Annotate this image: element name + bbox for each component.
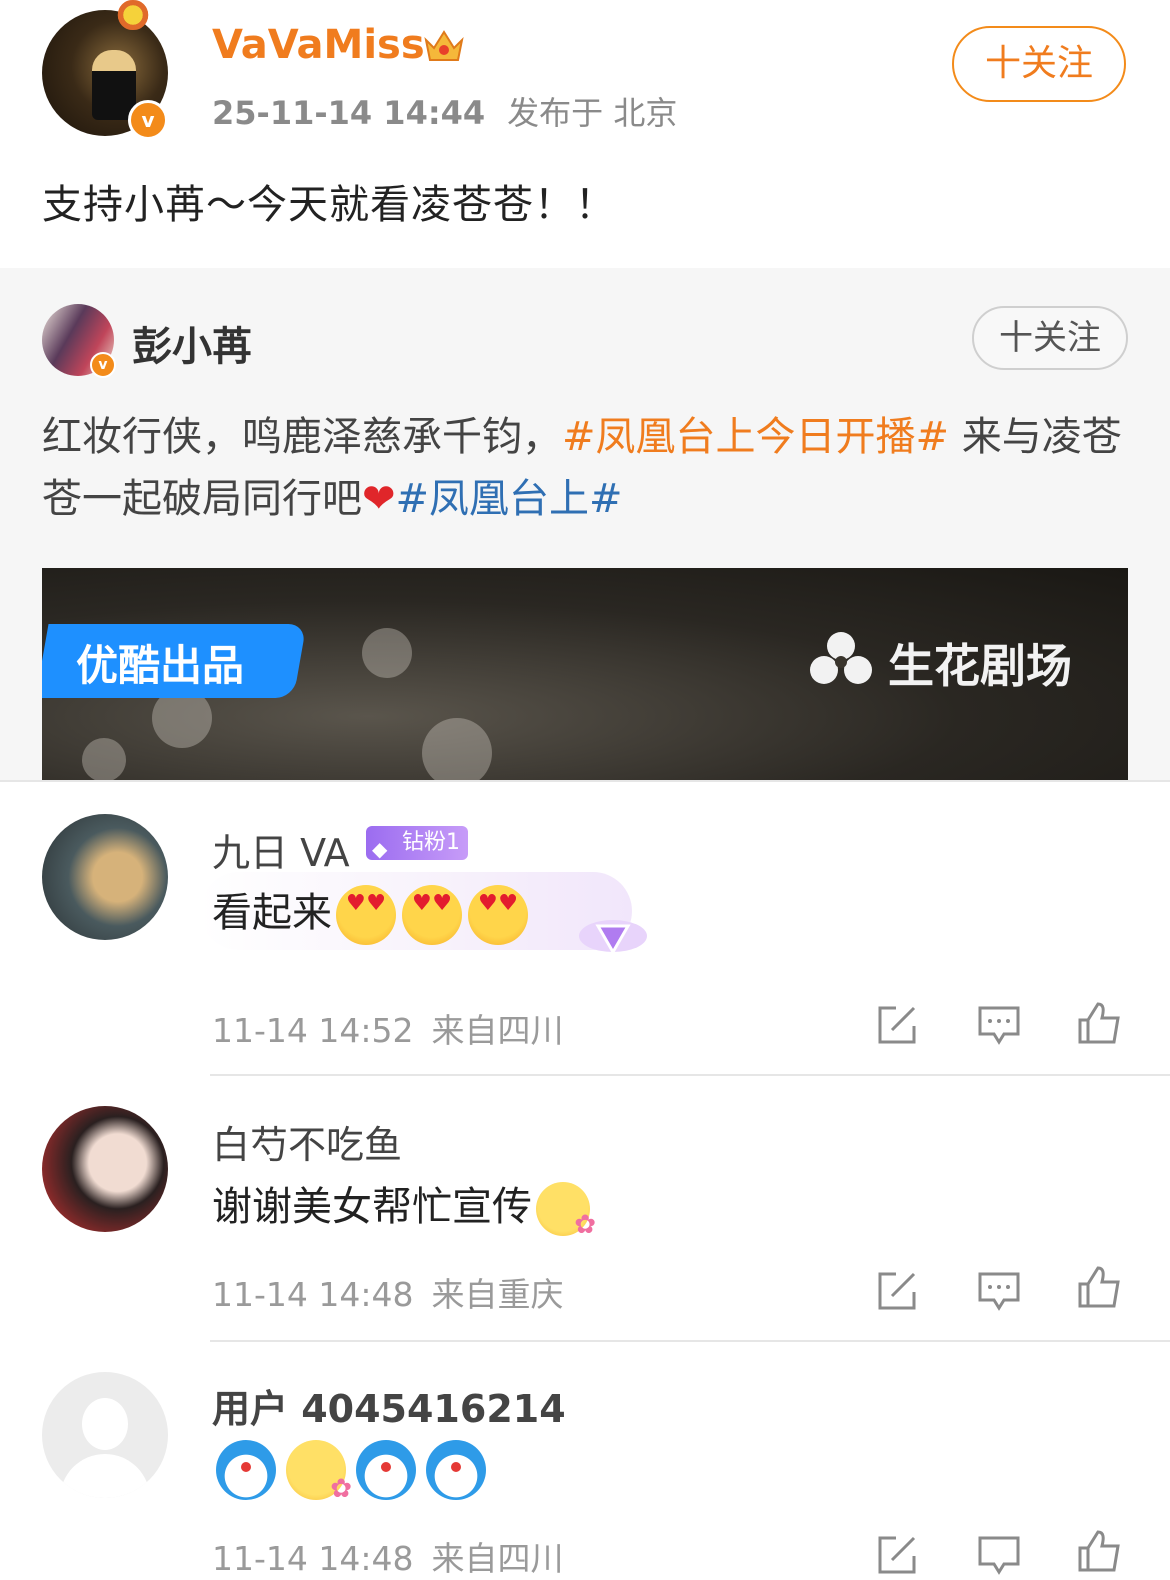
- comment-text-value: 谢谢美女帮忙宣传: [212, 1184, 532, 1230]
- comment-icon[interactable]: [976, 1002, 1022, 1048]
- comment-location: 来自重庆: [431, 1275, 564, 1314]
- youku-label: 优酷出品: [76, 641, 245, 690]
- decoration-badge-icon: [110, 0, 156, 30]
- comment-meta: 11-14 14:48 来自重庆: [212, 1268, 563, 1316]
- heart-eyes-emoji-icon: [336, 885, 396, 945]
- divider: [0, 780, 1170, 782]
- fan-badge: ◆ 钻粉1: [366, 826, 468, 861]
- comment-author[interactable]: 九日 VA: [212, 822, 350, 877]
- topic-link[interactable]: #凤凰台上今日开播#: [562, 414, 949, 460]
- heart-eyes-emoji-icon: [468, 885, 528, 945]
- comment-meta: 11-14 14:48 来自四川: [212, 1532, 563, 1580]
- comment-emoji-row: [212, 1440, 486, 1504]
- heart-eyes-emoji-icon: [402, 885, 462, 945]
- diamond-decoration-icon: [579, 920, 647, 956]
- comment-time: 11-14 14:52: [212, 1011, 414, 1050]
- repost-icon[interactable]: [874, 1002, 920, 1048]
- post-time: 25-11-14 14:44: [212, 94, 486, 132]
- heart-smile-emoji-icon: [286, 1440, 352, 1504]
- verified-icon: v: [90, 352, 116, 378]
- video-banner[interactable]: 优酷出品 生花剧场: [42, 568, 1128, 780]
- crown-icon: [424, 30, 464, 61]
- doraemon-emoji-icon: [426, 1440, 486, 1500]
- comment-author[interactable]: 用户 4045416214: [212, 1378, 566, 1433]
- comment-author[interactable]: 白芍不吃鱼: [212, 1114, 402, 1169]
- comment-avatar[interactable]: [42, 814, 168, 940]
- diamond-icon: ◆: [372, 837, 388, 861]
- comment-text-value: 看起来: [212, 890, 332, 936]
- comment-avatar[interactable]: [42, 1106, 168, 1232]
- post-text: 支持小苒～今天就看凌苍苍！！: [42, 182, 616, 228]
- shenghua-logo-label: 生花剧场: [888, 639, 1072, 693]
- flower-logo-icon: [810, 632, 872, 684]
- follow-button[interactable]: 十关注: [952, 26, 1126, 102]
- repost-text: 红妆行侠，鸣鹿泽慈承千钧，#凤凰台上今日开播# 来与凌苍苍一起破局同行吧❤#凤凰…: [42, 406, 1132, 530]
- topic-link[interactable]: #凤凰台上#: [396, 476, 623, 522]
- repost-icon[interactable]: [874, 1268, 920, 1314]
- comment-meta: 11-14 14:52 来自四川: [212, 1004, 563, 1052]
- like-icon[interactable]: [1076, 1000, 1122, 1046]
- comment-icon[interactable]: [976, 1532, 1022, 1578]
- comment-location: 来自四川: [431, 1011, 564, 1050]
- comment-text: 看起来: [212, 880, 528, 945]
- verified-icon: v: [128, 100, 168, 140]
- doraemon-emoji-icon: [216, 1440, 276, 1500]
- comment-icon[interactable]: [976, 1268, 1022, 1314]
- repost-author-name[interactable]: 彭小苒: [132, 314, 252, 372]
- post-location: 发布于 北京: [507, 94, 678, 132]
- comment-location: 来自四川: [431, 1539, 564, 1578]
- comment-time: 11-14 14:48: [212, 1539, 414, 1578]
- flower-smile-emoji-icon: [536, 1182, 596, 1240]
- divider: [210, 1074, 1170, 1076]
- comment-avatar[interactable]: [42, 1372, 168, 1498]
- author-name[interactable]: VaVaMiss: [212, 22, 425, 68]
- repost-text-part1: 红妆行侠，鸣鹿泽慈承千钧，: [42, 414, 562, 460]
- like-icon[interactable]: [1076, 1264, 1122, 1310]
- heart-icon: ❤: [362, 476, 396, 522]
- fan-badge-label: 钻粉1: [402, 830, 460, 855]
- comment-text: 谢谢美女帮忙宣传: [212, 1174, 596, 1240]
- like-icon[interactable]: [1076, 1528, 1122, 1574]
- divider: [210, 1340, 1170, 1342]
- doraemon-emoji-icon: [356, 1440, 416, 1500]
- post-meta: 25-11-14 14:44 发布于 北京: [212, 88, 677, 134]
- repost-follow-button[interactable]: 十关注: [972, 306, 1128, 370]
- comment-time: 11-14 14:48: [212, 1275, 414, 1314]
- repost-icon[interactable]: [874, 1532, 920, 1578]
